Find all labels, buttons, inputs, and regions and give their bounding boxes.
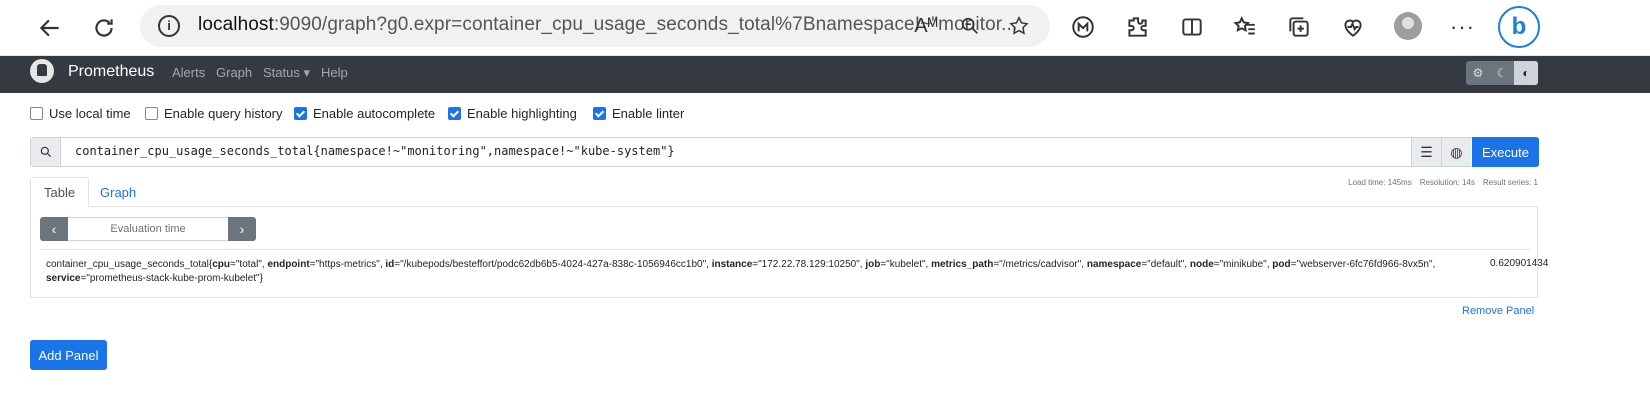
remove-panel-link[interactable]: Remove Panel [1462,305,1534,317]
split-screen-icon[interactable] [1175,10,1209,44]
light-theme-gear-icon[interactable]: ⚙ [1466,61,1490,85]
label-key: instance [711,259,753,270]
read-aloud-icon[interactable]: Aᴹ [913,13,939,39]
more-options-icon[interactable]: ··· [1450,14,1475,40]
auto-theme-icon[interactable]: ◐ [1514,61,1538,85]
label-key: endpoint [267,259,310,270]
address-bar[interactable]: i localhost:9090/graph?g0.expr=container… [140,5,1050,47]
checkbox-box[interactable] [30,107,43,120]
nav-graph[interactable]: Graph [216,65,252,80]
result-series: Result series: 1 [1482,178,1538,187]
label-value: ="https-metrics", [309,259,386,270]
checkbox-box[interactable] [448,107,461,120]
table-panel: ‹ Evaluation time › container_cpu_usage_… [30,206,1548,298]
profile-avatar[interactable] [1394,12,1422,40]
prometheus-logo-icon[interactable] [30,59,54,83]
option-label: Enable autocomplete [313,106,436,121]
label-key: metrics_path [931,259,994,270]
checkbox-box[interactable] [145,107,158,120]
metric-name: container_cpu_usage_seconds_total{ [46,259,213,270]
resolution: Resolution: 14s [1419,178,1475,187]
divider [40,249,1530,250]
label-value: ="prometheus-stack-kube-prom-kubelet"} [80,273,263,284]
add-panel-button[interactable]: Add Panel [30,340,107,370]
label-key: node [1189,259,1214,270]
label-value: ="/metrics/cadvisor", [993,259,1087,270]
load-time: Load time: 145ms [1348,178,1412,187]
extensions-puzzle-icon[interactable] [1120,10,1154,44]
option-label: Enable highlighting [467,106,577,121]
nav-alerts[interactable]: Alerts [172,65,205,80]
enable-highlighting-checkbox[interactable]: Enable highlighting [448,106,577,121]
extension-m-icon[interactable] [1066,10,1100,44]
option-label: Enable linter [612,106,685,121]
checkbox-box[interactable] [294,107,307,120]
back-arrow-icon[interactable] [30,8,70,48]
enable-linter-checkbox[interactable]: Enable linter [593,106,684,121]
expression-input[interactable]: container_cpu_usage_seconds_total{namesp… [75,144,675,158]
option-label: Enable query history [164,106,283,121]
label-key: cpu [212,259,231,270]
address-url[interactable]: localhost:9090/graph?g0.expr=container_c… [198,14,1017,36]
label-value: ="total", [230,259,268,270]
tab-table[interactable]: Table [30,177,90,207]
label-value: ="172.22.78.129:10250", [752,259,866,270]
enable-query-history-checkbox[interactable]: Enable query history [145,106,283,121]
series-value: 0.620901434 [1490,258,1549,269]
checkbox-box[interactable] [593,107,606,120]
tab-graph[interactable]: Graph [87,177,149,207]
dark-theme-moon-icon[interactable]: ☾ [1490,61,1514,85]
label-value: ="kubelet", [880,259,932,270]
theme-toggle-group: ⚙ ☾ ◐ [1466,61,1538,85]
label-key: service [46,273,81,284]
expression-input-group: container_cpu_usage_seconds_total{namesp… [30,137,1539,167]
nav-help[interactable]: Help [321,65,348,80]
next-time-button[interactable]: › [228,217,256,241]
refresh-icon[interactable] [84,8,124,48]
label-value: ="/kubepods/besteffort/podc62db6b5-4024-… [394,259,712,270]
use-local-time-checkbox[interactable]: Use local time [30,106,131,121]
prometheus-navbar: Prometheus Alerts Graph Status ▾ Help ⚙ … [0,56,1650,93]
evaluation-time-input[interactable]: Evaluation time [68,217,228,241]
browser-essentials-icon[interactable] [1336,10,1370,44]
collections-icon[interactable] [1282,10,1316,44]
label-key: pod [1272,259,1291,270]
chevron-down-icon: ▾ [303,65,311,80]
label-value: ="default", [1141,259,1190,270]
zoom-out-icon[interactable] [957,13,983,39]
format-expression-icon[interactable]: ☰ [1411,138,1441,166]
label-value: ="webserver-6fc76fd966-8vx5n", [1290,259,1436,270]
load-info: Load time: 145ms Resolution: 14s Result se… [1340,178,1538,187]
nav-status[interactable]: Status ▾ [263,65,310,81]
execute-button[interactable]: Execute [1472,137,1539,167]
label-key: namespace [1086,259,1142,270]
favorites-list-icon[interactable] [1228,10,1262,44]
bing-copilot-icon[interactable]: b [1498,6,1540,48]
label-key: job [865,259,881,270]
site-info-icon[interactable]: i [158,15,180,37]
label-value: ="minikube", [1213,259,1273,270]
series-labels: container_cpu_usage_seconds_total{cpu="t… [46,258,1476,286]
brand-link[interactable]: Prometheus [68,63,154,81]
browser-toolbar: i localhost:9090/graph?g0.expr=container… [0,0,1650,56]
label-key: id [385,259,395,270]
option-label: Use local time [49,106,131,121]
metrics-explorer-globe-icon[interactable]: ◍ [1441,138,1471,166]
favorite-star-icon[interactable] [1006,13,1032,39]
search-icon [31,138,61,166]
enable-autocomplete-checkbox[interactable]: Enable autocomplete [294,106,435,121]
prev-time-button[interactable]: ‹ [40,217,68,241]
evaluation-time-group: ‹ Evaluation time › [40,217,256,241]
